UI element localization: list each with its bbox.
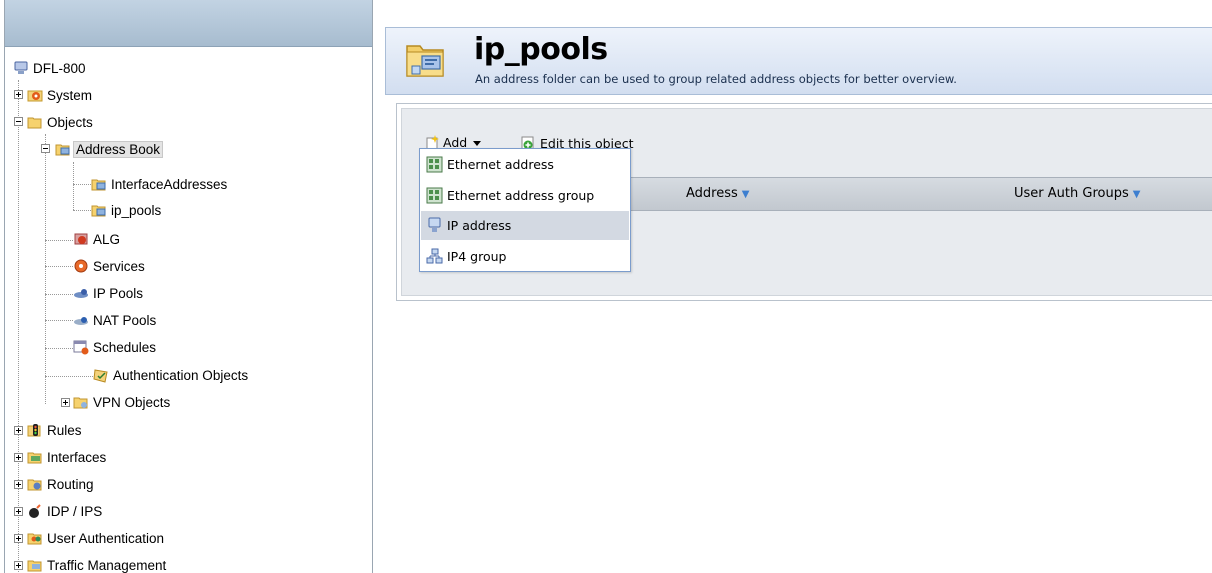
- expand-idp-ips-toggle[interactable]: [14, 507, 23, 516]
- tree-item-services[interactable]: Services: [73, 256, 147, 278]
- ip4-group-icon: [426, 248, 443, 264]
- alg-icon: [74, 233, 88, 245]
- grid-header: Address ▼ User Auth Groups ▼: [630, 177, 1212, 211]
- traffic-light-icon: [27, 424, 41, 437]
- collapse-address-book-toggle[interactable]: [41, 144, 50, 153]
- tree-item-address-book[interactable]: Address Book: [55, 139, 164, 161]
- idp-bomb-icon: [29, 504, 41, 518]
- nat-pool-icon: [74, 317, 88, 325]
- traffic-management-icon: [27, 560, 42, 572]
- navigation-panel-header: [5, 0, 372, 47]
- ip-pool-icon: [74, 289, 88, 298]
- services-icon: [74, 259, 88, 273]
- expand-routing-toggle[interactable]: [14, 480, 23, 489]
- expand-vpn-objects-toggle[interactable]: [61, 398, 70, 407]
- address-folder-large-icon: [406, 45, 444, 77]
- tree-item-interfaces[interactable]: Interfaces: [27, 447, 108, 469]
- calendar-icon: [73, 340, 89, 355]
- tree-item-authentication-objects[interactable]: Authentication Objects: [93, 365, 250, 387]
- address-folder-icon: [91, 179, 106, 191]
- add-dropdown-menu: Ethernet address Ethernet address group …: [419, 148, 631, 272]
- tree-item-dfl-800[interactable]: DFL-800: [13, 58, 88, 80]
- column-header-user-auth-groups[interactable]: User Auth Groups ▼: [1014, 186, 1140, 201]
- ethernet-address-icon: [426, 156, 443, 173]
- page-header: ip_pools An address folder can be used t…: [385, 27, 1212, 95]
- user-authentication-icon: [27, 533, 42, 545]
- tree-item-alg[interactable]: ALG: [73, 229, 122, 251]
- page-description: An address folder can be used to group r…: [475, 72, 957, 86]
- tree-item-objects[interactable]: Objects: [27, 112, 95, 134]
- tree-item-ip-pools-folder[interactable]: ip_pools: [91, 200, 163, 222]
- expand-system-toggle[interactable]: [14, 90, 23, 99]
- tree-item-traffic-management[interactable]: Traffic Management: [27, 555, 168, 573]
- address-book-icon: [55, 144, 70, 156]
- tree-item-system[interactable]: System: [27, 85, 94, 107]
- tree-item-rules[interactable]: Rules: [27, 420, 84, 442]
- menu-item-ip4-group[interactable]: IP4 group: [421, 242, 629, 271]
- menu-item-ethernet-address-group[interactable]: Ethernet address group: [421, 181, 629, 210]
- expand-user-authentication-toggle[interactable]: [14, 534, 23, 543]
- routing-folder-icon: [27, 479, 42, 491]
- tree-item-interfaceaddresses[interactable]: InterfaceAddresses: [91, 174, 229, 196]
- tree-item-schedules[interactable]: Schedules: [73, 337, 158, 359]
- chevron-down-icon: [473, 141, 482, 146]
- firewall-device-icon: [14, 61, 28, 74]
- navigation-panel: DFL-800 System Objects Address Book Inte…: [4, 0, 373, 573]
- vpn-folder-icon: [73, 397, 88, 409]
- ethernet-address-group-icon: [426, 187, 443, 204]
- tree-item-ip-pools[interactable]: IP Pools: [73, 283, 145, 305]
- sort-arrow-icon: ▼: [1132, 189, 1141, 200]
- tree-item-user-authentication[interactable]: User Authentication: [27, 528, 166, 550]
- column-header-address[interactable]: Address ▼: [686, 186, 749, 201]
- ip-address-icon: [428, 217, 441, 232]
- menu-item-ethernet-address[interactable]: Ethernet address: [421, 150, 629, 179]
- expand-traffic-management-toggle[interactable]: [14, 561, 23, 570]
- tree-item-vpn-objects[interactable]: VPN Objects: [73, 392, 172, 414]
- page-title: ip_pools: [474, 32, 608, 67]
- gear-folder-icon: [27, 90, 43, 102]
- collapse-objects-toggle[interactable]: [14, 117, 23, 126]
- authentication-icon: [93, 369, 108, 383]
- expand-interfaces-toggle[interactable]: [14, 453, 23, 462]
- tree-item-idp-ips[interactable]: IDP / IPS: [27, 501, 104, 523]
- menu-item-ip-address[interactable]: IP address: [421, 211, 629, 240]
- expand-rules-toggle[interactable]: [14, 426, 23, 435]
- tree-item-routing[interactable]: Routing: [27, 474, 96, 496]
- sort-arrow-icon: ▼: [741, 189, 750, 200]
- open-folder-icon: [27, 117, 42, 129]
- tree-item-nat-pools[interactable]: NAT Pools: [73, 310, 158, 332]
- address-folder-icon: [91, 205, 106, 217]
- interfaces-folder-icon: [27, 452, 42, 464]
